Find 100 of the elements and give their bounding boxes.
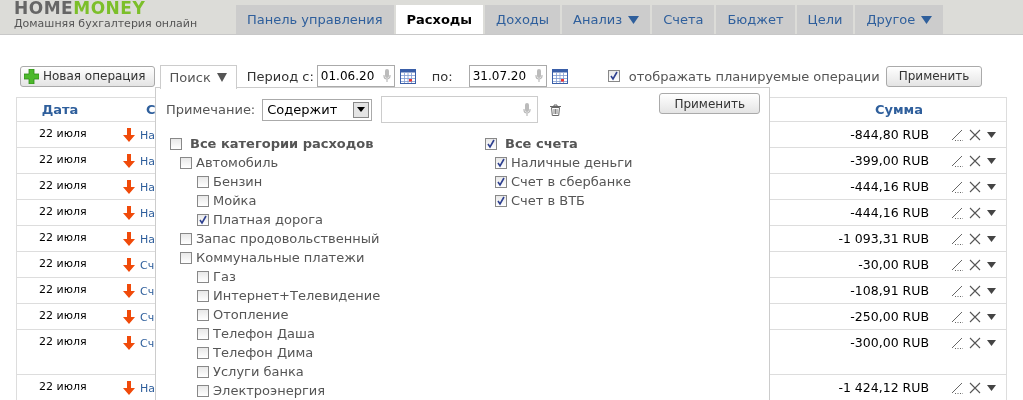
apply-button[interactable]: Применить <box>659 93 760 114</box>
nav-tab[interactable]: Цели <box>796 5 854 34</box>
calendar-icon[interactable] <box>551 68 568 84</box>
description-link[interactable]: На <box>140 155 155 168</box>
close-icon[interactable] <box>969 233 981 245</box>
checkbox[interactable] <box>607 70 620 82</box>
date-field[interactable]: 31.07.20 <box>468 65 547 87</box>
caret-icon[interactable] <box>987 340 996 346</box>
close-icon[interactable] <box>969 311 981 323</box>
checkbox[interactable] <box>197 289 209 302</box>
caret-icon[interactable] <box>987 210 996 216</box>
date-cell-text: 22 июля <box>38 153 88 166</box>
caret-icon[interactable] <box>987 184 996 190</box>
edit-icon[interactable] <box>951 129 963 141</box>
tree-label: Счет в ВТБ <box>511 193 586 208</box>
caret-icon[interactable] <box>987 236 996 242</box>
checkbox[interactable] <box>495 194 507 207</box>
caret-icon[interactable] <box>353 101 370 118</box>
date-cell-text: 22 июля <box>38 380 88 393</box>
close-icon[interactable] <box>969 181 981 193</box>
edit-icon[interactable] <box>951 285 963 297</box>
description-link[interactable]: На <box>140 129 155 142</box>
trash-icon[interactable] <box>550 103 562 116</box>
apply-button[interactable]: Применить <box>885 65 983 87</box>
close-icon[interactable] <box>969 129 981 141</box>
description-link[interactable]: На <box>140 382 155 395</box>
checkbox[interactable] <box>197 194 209 207</box>
caret-icon[interactable] <box>987 262 996 268</box>
date-cell-text: 22 июля <box>38 335 88 348</box>
close-icon[interactable] <box>969 382 981 394</box>
close-icon[interactable] <box>969 337 981 349</box>
nav-tab[interactable]: Другое <box>855 5 944 34</box>
amount-cell: -108,91 RUB <box>850 283 929 298</box>
column-header[interactable]: С <box>146 102 156 117</box>
tree-label: Платная дорога <box>213 212 323 227</box>
description-link[interactable]: Сч <box>140 337 155 350</box>
description-link[interactable]: Сч <box>140 311 155 324</box>
checkbox[interactable] <box>170 137 182 150</box>
caret-icon[interactable] <box>987 314 996 320</box>
column-header[interactable]: Дата <box>17 102 103 117</box>
description-link[interactable]: Сч <box>140 285 155 298</box>
edit-icon[interactable] <box>951 337 963 349</box>
checkbox[interactable] <box>197 327 209 340</box>
nav-tab[interactable]: Доходы <box>485 5 561 34</box>
checkbox[interactable] <box>197 346 209 359</box>
close-icon[interactable] <box>969 207 981 219</box>
checkbox[interactable] <box>197 270 209 283</box>
checkbox[interactable] <box>180 156 192 169</box>
close-icon[interactable] <box>969 259 981 271</box>
nav-tab[interactable]: Счета <box>652 5 715 34</box>
note-field[interactable] <box>381 96 539 123</box>
edit-icon[interactable] <box>951 311 963 323</box>
checkbox[interactable] <box>197 365 209 378</box>
logo[interactable]: HOMEMONEY <box>14 0 236 16</box>
description-link[interactable]: На <box>140 233 155 246</box>
edit-icon[interactable] <box>951 259 963 271</box>
nav-tab[interactable]: Панель управления <box>236 5 394 34</box>
caret-icon[interactable] <box>987 132 996 138</box>
down-arrow-icon <box>123 128 135 142</box>
checkbox[interactable] <box>197 175 209 188</box>
caret-icon[interactable] <box>987 385 996 391</box>
checkbox[interactable] <box>197 308 209 321</box>
column-header[interactable]: Сумма <box>874 102 923 117</box>
date-cell-text: 22 июля <box>38 257 88 270</box>
close-icon[interactable] <box>969 285 981 297</box>
nav-tab[interactable]: Анализ <box>562 5 651 34</box>
close-icon[interactable] <box>969 155 981 167</box>
checkbox[interactable] <box>485 137 497 150</box>
checkbox[interactable] <box>495 156 507 169</box>
checkbox[interactable] <box>180 251 192 264</box>
date-cell-text: 22 июля <box>38 231 88 244</box>
checkbox[interactable] <box>197 384 209 397</box>
new-operation-button[interactable]: Новая операция <box>20 65 155 87</box>
search-tab[interactable]: Поиск <box>159 65 237 89</box>
amount-cell: -1 424,12 RUB <box>838 380 929 395</box>
tree-label: Газ <box>213 269 236 284</box>
date-cell-text: 22 июля <box>38 309 88 322</box>
tree-label: Счет в сбербанке <box>511 174 631 189</box>
edit-icon[interactable] <box>951 181 963 193</box>
match-dropdown[interactable]: Содержит <box>262 98 373 121</box>
checkbox[interactable] <box>197 213 209 226</box>
nav-tab[interactable]: Расходы <box>395 5 484 34</box>
caret-icon[interactable] <box>987 288 996 294</box>
tree-label: Мойка <box>213 193 257 208</box>
nav-tab[interactable]: Бюджет <box>716 5 795 34</box>
edit-icon[interactable] <box>951 207 963 219</box>
edit-icon[interactable] <box>951 382 963 394</box>
description-link[interactable]: На <box>140 207 155 220</box>
amount-cell: -300,00 RUB <box>850 335 929 350</box>
edit-icon[interactable] <box>951 155 963 167</box>
edit-icon[interactable] <box>951 233 963 245</box>
date-field[interactable]: 01.06.20 <box>316 65 395 87</box>
calendar-icon[interactable] <box>399 68 416 84</box>
caret-icon <box>921 15 933 24</box>
checkbox[interactable] <box>180 232 192 245</box>
period-from-label: Период с: <box>246 68 314 84</box>
checkbox[interactable] <box>495 175 507 188</box>
description-link[interactable]: Сч <box>140 259 155 272</box>
caret-icon[interactable] <box>987 158 996 164</box>
description-link[interactable]: На <box>140 181 155 194</box>
